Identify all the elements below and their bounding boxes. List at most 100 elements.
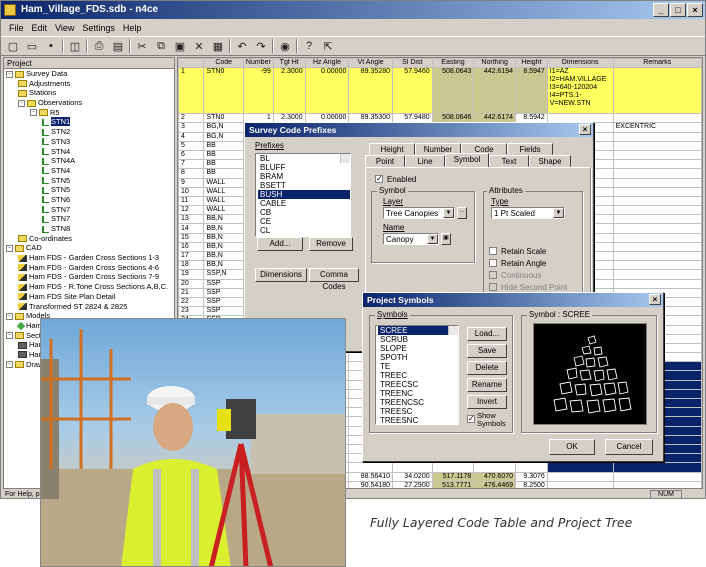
comma-codes-button[interactable]: Comma Codes	[309, 268, 359, 291]
remarks-cell[interactable]	[612, 232, 702, 243]
delete-icon[interactable]: ✕	[191, 38, 207, 54]
table-cell[interactable]: 11	[178, 195, 205, 207]
table-cell[interactable]: 9	[178, 177, 205, 188]
prefix-list-item[interactable]: BRAM	[258, 172, 350, 181]
tree-node[interactable]: STN5	[4, 176, 174, 186]
table-cell[interactable]: BB	[203, 140, 244, 151]
menu-help[interactable]: Help	[119, 20, 146, 36]
prefixes-scrollbar[interactable]	[340, 154, 350, 163]
column-header[interactable]	[178, 58, 205, 69]
prefix-list-item[interactable]: CL	[258, 226, 350, 235]
tab-line[interactable]: Line	[405, 155, 445, 167]
save-symbol-button[interactable]: Save	[467, 344, 507, 358]
remove-prefix-button[interactable]: Remove	[309, 237, 353, 251]
table-cell[interactable]: 1	[178, 67, 205, 115]
delete-button[interactable]: Delete	[467, 361, 507, 375]
tree-node[interactable]: STN5	[4, 185, 174, 195]
tree-node[interactable]: Ham FDS - Garden Cross Sections 7-9	[4, 272, 174, 282]
undo-icon[interactable]: ↶	[234, 38, 250, 54]
properties-icon[interactable]: ▦	[210, 38, 226, 54]
remarks-cell[interactable]	[612, 214, 702, 225]
paste-icon[interactable]: ▣	[172, 38, 188, 54]
table-cell[interactable]	[546, 480, 614, 488]
table-cell[interactable]: BB,N	[203, 232, 244, 243]
table-cell[interactable]: 7	[178, 159, 205, 170]
dimensions-cell[interactable]: I1=AZ I2=HAM.VILLAGE I3=640-120204 I4=PTS.1…	[546, 67, 614, 115]
column-header[interactable]: Code	[203, 58, 244, 69]
table-cell[interactable]: 27.2900	[391, 480, 433, 488]
table-cell[interactable]	[612, 462, 702, 473]
table-cell[interactable]: BB	[203, 168, 244, 179]
table-cell[interactable]: 8.2500	[515, 480, 548, 488]
table-cell[interactable]: 57.9460	[391, 67, 433, 115]
table-cell[interactable]: 6	[178, 149, 205, 161]
table-cell[interactable]: 517.1178	[431, 471, 475, 482]
remarks-cell[interactable]	[612, 67, 702, 115]
expand-toggle-icon[interactable]: -	[18, 99, 25, 107]
expand-toggle-icon[interactable]: -	[30, 109, 37, 117]
table-cell[interactable]	[473, 462, 517, 473]
prefix-list-item[interactable]: BSETT	[258, 181, 350, 190]
table-cell[interactable]: 470.6070	[473, 471, 517, 482]
prefix-list-item[interactable]: BUSH	[258, 190, 350, 199]
table-cell[interactable]: 17	[178, 250, 205, 262]
tab-height[interactable]: Height	[369, 143, 415, 155]
menu-view[interactable]: View	[51, 20, 78, 36]
close-icon[interactable]: ×	[649, 294, 661, 305]
maximize-button[interactable]: □	[670, 3, 686, 17]
table-cell[interactable]: 18	[178, 260, 205, 271]
survey-icon[interactable]: ◉	[277, 38, 293, 54]
chevron-down-icon[interactable]: ▼	[553, 208, 564, 218]
table-cell[interactable]: WALL	[203, 177, 244, 188]
tree-node[interactable]: Ham FDS - R.Tone Cross Sections A,B,C.	[4, 282, 174, 292]
retain-scale-checkbox[interactable]	[489, 247, 497, 255]
table-cell[interactable]	[546, 462, 614, 473]
table-cell[interactable]: SSP	[203, 287, 244, 298]
table-cell[interactable]: BB,N	[203, 214, 244, 225]
table-cell[interactable]: -99	[242, 67, 274, 115]
column-header[interactable]: Northing	[473, 58, 517, 69]
ok-button[interactable]: OK	[549, 439, 595, 455]
remarks-cell[interactable]	[612, 223, 702, 234]
remarks-cell[interactable]	[612, 195, 702, 207]
symbol-list-item[interactable]: TREESC	[378, 407, 458, 416]
table-cell[interactable]: 12	[178, 205, 205, 216]
column-header[interactable]: Vt Angle	[348, 58, 393, 69]
column-header[interactable]: Height	[515, 58, 548, 69]
tree-node[interactable]: - Observations	[4, 98, 174, 108]
column-header[interactable]: Sl Dist	[391, 58, 433, 69]
tree-node[interactable]: Ham FDS - Garden Cross Sections 4-6	[4, 263, 174, 273]
remarks-cell[interactable]	[612, 159, 702, 170]
tree-node[interactable]: STN2	[4, 127, 174, 137]
symbol-list-item[interactable]: TREESNC	[378, 416, 458, 424]
tab-point[interactable]: Point	[365, 155, 405, 167]
menu-edit[interactable]: Edit	[28, 20, 52, 36]
table-cell[interactable]: SSP,N	[203, 269, 244, 280]
layer-select[interactable]: Tree Canopies ▼	[383, 207, 455, 219]
context-help-icon[interactable]: ⇱	[320, 38, 336, 54]
save-icon[interactable]: ▪	[43, 38, 59, 54]
table-cell[interactable]: 8.5947	[515, 67, 548, 115]
add-prefix-button[interactable]: Add...	[257, 237, 303, 251]
tree-node[interactable]: STN4	[4, 147, 174, 157]
table-row[interactable]: 1 STN0 -99 2.3000 0.00000 89.35280 57.9460 508.…	[178, 67, 702, 115]
table-cell[interactable]: WALL	[203, 205, 244, 216]
table-cell[interactable]: 513.7771	[431, 480, 475, 488]
tree-node[interactable]: STN6	[4, 195, 174, 205]
layer-browse-button[interactable]: …	[457, 207, 467, 219]
table-cell[interactable]: 19	[178, 269, 205, 280]
table-cell[interactable]: 8	[178, 168, 205, 179]
rename-button[interactable]: Rename	[467, 378, 507, 392]
tree-node[interactable]: STN4	[4, 166, 174, 176]
prefixes-list[interactable]: BL BLUFF BRAM BSETT BUSH CABLE CB CE CL	[255, 153, 351, 237]
tree-node[interactable]: STN3	[4, 137, 174, 147]
type-select[interactable]: 1 Pt Scaled ▼	[491, 207, 565, 219]
table-cell[interactable]: 21	[178, 287, 205, 298]
table-cell[interactable]: SSP	[203, 296, 244, 308]
window-titlebar[interactable]: Ham_Village_FDS.sdb - n4ce _ □ ×	[1, 1, 705, 19]
table-cell[interactable]: 13	[178, 214, 205, 225]
table-cell[interactable]: BB,N	[203, 223, 244, 234]
table-cell[interactable]: 508.0643	[431, 67, 475, 115]
copy-icon[interactable]: ⧉	[153, 38, 169, 54]
table-cell[interactable]: BG,N	[203, 122, 244, 133]
